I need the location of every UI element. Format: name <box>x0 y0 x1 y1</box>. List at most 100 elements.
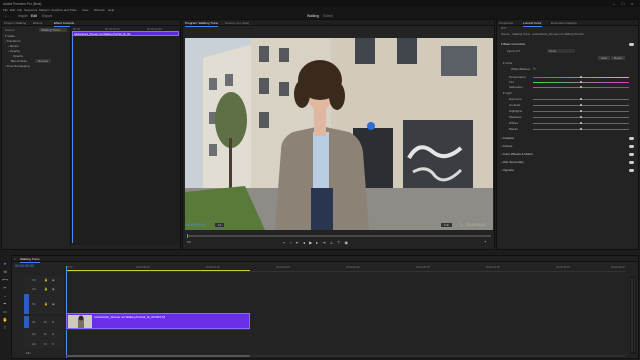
menu-graphics[interactable]: Graphics and Titles <box>51 8 77 12</box>
step-forward-icon[interactable]: ▸ <box>316 240 318 245</box>
menu-help[interactable]: Help <box>108 8 114 12</box>
slider-whites-track[interactable] <box>533 122 629 125</box>
workspace-edit[interactable]: Edit <box>31 14 37 18</box>
go-to-out-icon[interactable]: ⇥ <box>322 240 325 245</box>
color-wheels-toggle[interactable] <box>629 153 634 156</box>
section-color[interactable]: ▾ Color <box>503 61 513 66</box>
slider-shadows-track[interactable] <box>533 116 629 119</box>
rectangle-tool-icon[interactable]: ▭ <box>2 309 8 315</box>
section-hsl-secondary[interactable]: › HSL Secondary <box>501 160 524 165</box>
eyedropper-icon[interactable]: ✎ <box>533 67 536 72</box>
source-patch-a1[interactable] <box>24 316 29 328</box>
program-playhead[interactable] <box>187 233 188 238</box>
tab-source[interactable]: Source: (no clips) <box>225 21 249 25</box>
close-sequence-icon[interactable]: × <box>14 257 16 261</box>
slider-contrast-knob[interactable] <box>580 104 582 107</box>
step-back-icon[interactable]: ◂ <box>303 240 305 245</box>
track-select-tool-icon[interactable]: ⇉ <box>2 269 8 275</box>
section-creative[interactable]: › Creative <box>501 136 514 141</box>
section-color-wheels[interactable]: › Color Wheels & Match <box>501 152 533 157</box>
video-frame[interactable] <box>185 38 493 230</box>
mute-icon[interactable]: M <box>44 320 47 324</box>
slider-tint-knob[interactable] <box>580 81 582 84</box>
slider-contrast-track[interactable] <box>533 104 629 107</box>
lift-icon[interactable]: ⊥ <box>330 240 333 245</box>
timeline-ruler[interactable]: 00:00 00:00:05:00 00:00:10:00 00:00:15:0… <box>66 266 626 272</box>
track-header-a2[interactable]: A2 M S <box>24 329 64 338</box>
slider-exposure-knob[interactable] <box>580 98 582 101</box>
clip-selector[interactable]: Walking Trans... <box>39 28 67 32</box>
lumetri-settings-icon[interactable]: ⚙ ▾ <box>501 26 506 31</box>
slip-tool-icon[interactable]: ↔ <box>2 293 8 299</box>
hand-tool-icon[interactable]: ✋ <box>2 317 8 323</box>
track-header-v2[interactable]: V2 🔒 ◉ <box>24 285 64 293</box>
razor-tool-icon[interactable]: ✂ <box>2 285 8 291</box>
slider-saturation-knob[interactable] <box>580 86 582 89</box>
slider-shadows-knob[interactable] <box>580 116 582 119</box>
mute-icon[interactable]: M <box>44 342 47 346</box>
tab-effect-controls[interactable]: Effect Controls <box>54 21 75 27</box>
timeline-clip-v1[interactable]: AdobeStock_Woman not Walking Portrait_4k… <box>66 313 250 329</box>
mute-icon[interactable]: M <box>44 332 47 336</box>
pen-tool-icon[interactable]: ✒ <box>2 301 8 307</box>
track-header-a3[interactable]: A3 M S <box>24 339 64 348</box>
settings-icon[interactable]: 🔧 <box>459 223 463 227</box>
tab-properties[interactable]: Properties <box>499 21 513 25</box>
menu-sequence[interactable]: Sequence <box>24 8 38 12</box>
minimize-icon[interactable]: – <box>610 1 618 6</box>
menu-markers[interactable]: Markers <box>39 8 50 12</box>
extract-icon[interactable]: ⊤ <box>337 240 340 245</box>
slider-saturation-track[interactable] <box>533 86 629 89</box>
section-time-remapping[interactable]: › Time Remapping <box>5 64 30 69</box>
selection-tool-icon[interactable]: ➤ <box>2 261 8 267</box>
zoom-dropdown[interactable]: Fit <box>215 223 225 227</box>
resolution-dropdown[interactable]: Full <box>441 223 452 227</box>
solo-icon[interactable]: S <box>52 332 54 336</box>
section-basic-correction[interactable]: ▾ Basic Correction <box>501 42 525 47</box>
slider-whites-knob[interactable] <box>580 122 582 125</box>
slider-temperature-knob[interactable] <box>580 76 582 79</box>
home-icon[interactable]: ⌂ <box>5 14 7 18</box>
program-scrubber[interactable] <box>187 235 491 237</box>
mark-out-icon[interactable]: ¬ <box>289 240 291 245</box>
play-icon[interactable]: ▶ <box>309 240 312 245</box>
add-button-icon[interactable]: + <box>484 239 486 244</box>
hsl-toggle[interactable] <box>629 161 634 164</box>
source-patch-v1[interactable] <box>24 294 29 314</box>
menu-view[interactable]: View <box>82 8 88 12</box>
lock-icon[interactable]: 🔒 <box>44 278 48 282</box>
program-timecode[interactable]: 00:00:00:00 <box>186 223 205 227</box>
close-icon[interactable]: × <box>628 1 636 6</box>
slider-tint-track[interactable] <box>533 81 629 84</box>
go-to-in-icon[interactable]: ⇤ <box>296 240 299 245</box>
tab-lumetri-color[interactable]: Lumetri Color <box>523 21 542 27</box>
timeline-timecode[interactable]: 00:00:00:00 <box>15 264 34 268</box>
maximize-icon[interactable]: □ <box>619 1 627 6</box>
slider-blacks-track[interactable] <box>533 128 629 131</box>
vignette-toggle[interactable] <box>629 169 634 172</box>
type-tool-icon[interactable]: T <box>2 325 8 331</box>
tab-essential-graphics[interactable]: Essential Graphics <box>551 21 577 25</box>
solo-icon[interactable]: S <box>52 320 54 324</box>
slider-blacks-knob[interactable] <box>580 128 582 131</box>
reset-button[interactable]: Reset <box>611 56 625 60</box>
export-frame-icon[interactable]: ◉ <box>344 240 348 245</box>
blend-mode-dropdown[interactable]: Normal <box>35 59 51 63</box>
menu-window[interactable]: Window <box>94 8 105 12</box>
menu-edit[interactable]: Edit <box>10 8 15 12</box>
tab-sequence[interactable]: Walking Trans <box>20 257 40 263</box>
solo-icon[interactable]: S <box>52 342 54 346</box>
safe-margins-icon[interactable]: ▭ <box>187 239 191 244</box>
menu-file[interactable]: File <box>3 8 8 12</box>
menu-clip[interactable]: Clip <box>17 8 22 12</box>
timeline-playhead[interactable] <box>66 266 67 358</box>
auto-button[interactable]: Auto <box>598 56 611 60</box>
curves-toggle[interactable] <box>629 145 634 148</box>
tab-effects[interactable]: Effects <box>33 21 42 25</box>
mark-in-icon[interactable]: ⌐ <box>283 240 285 245</box>
work-area-bar[interactable] <box>66 270 250 271</box>
workspace-export[interactable]: Export <box>42 14 52 18</box>
section-light[interactable]: ▾ Light <box>503 91 512 96</box>
slider-exposure-track[interactable] <box>533 98 629 101</box>
slider-temperature-track[interactable] <box>533 76 629 79</box>
